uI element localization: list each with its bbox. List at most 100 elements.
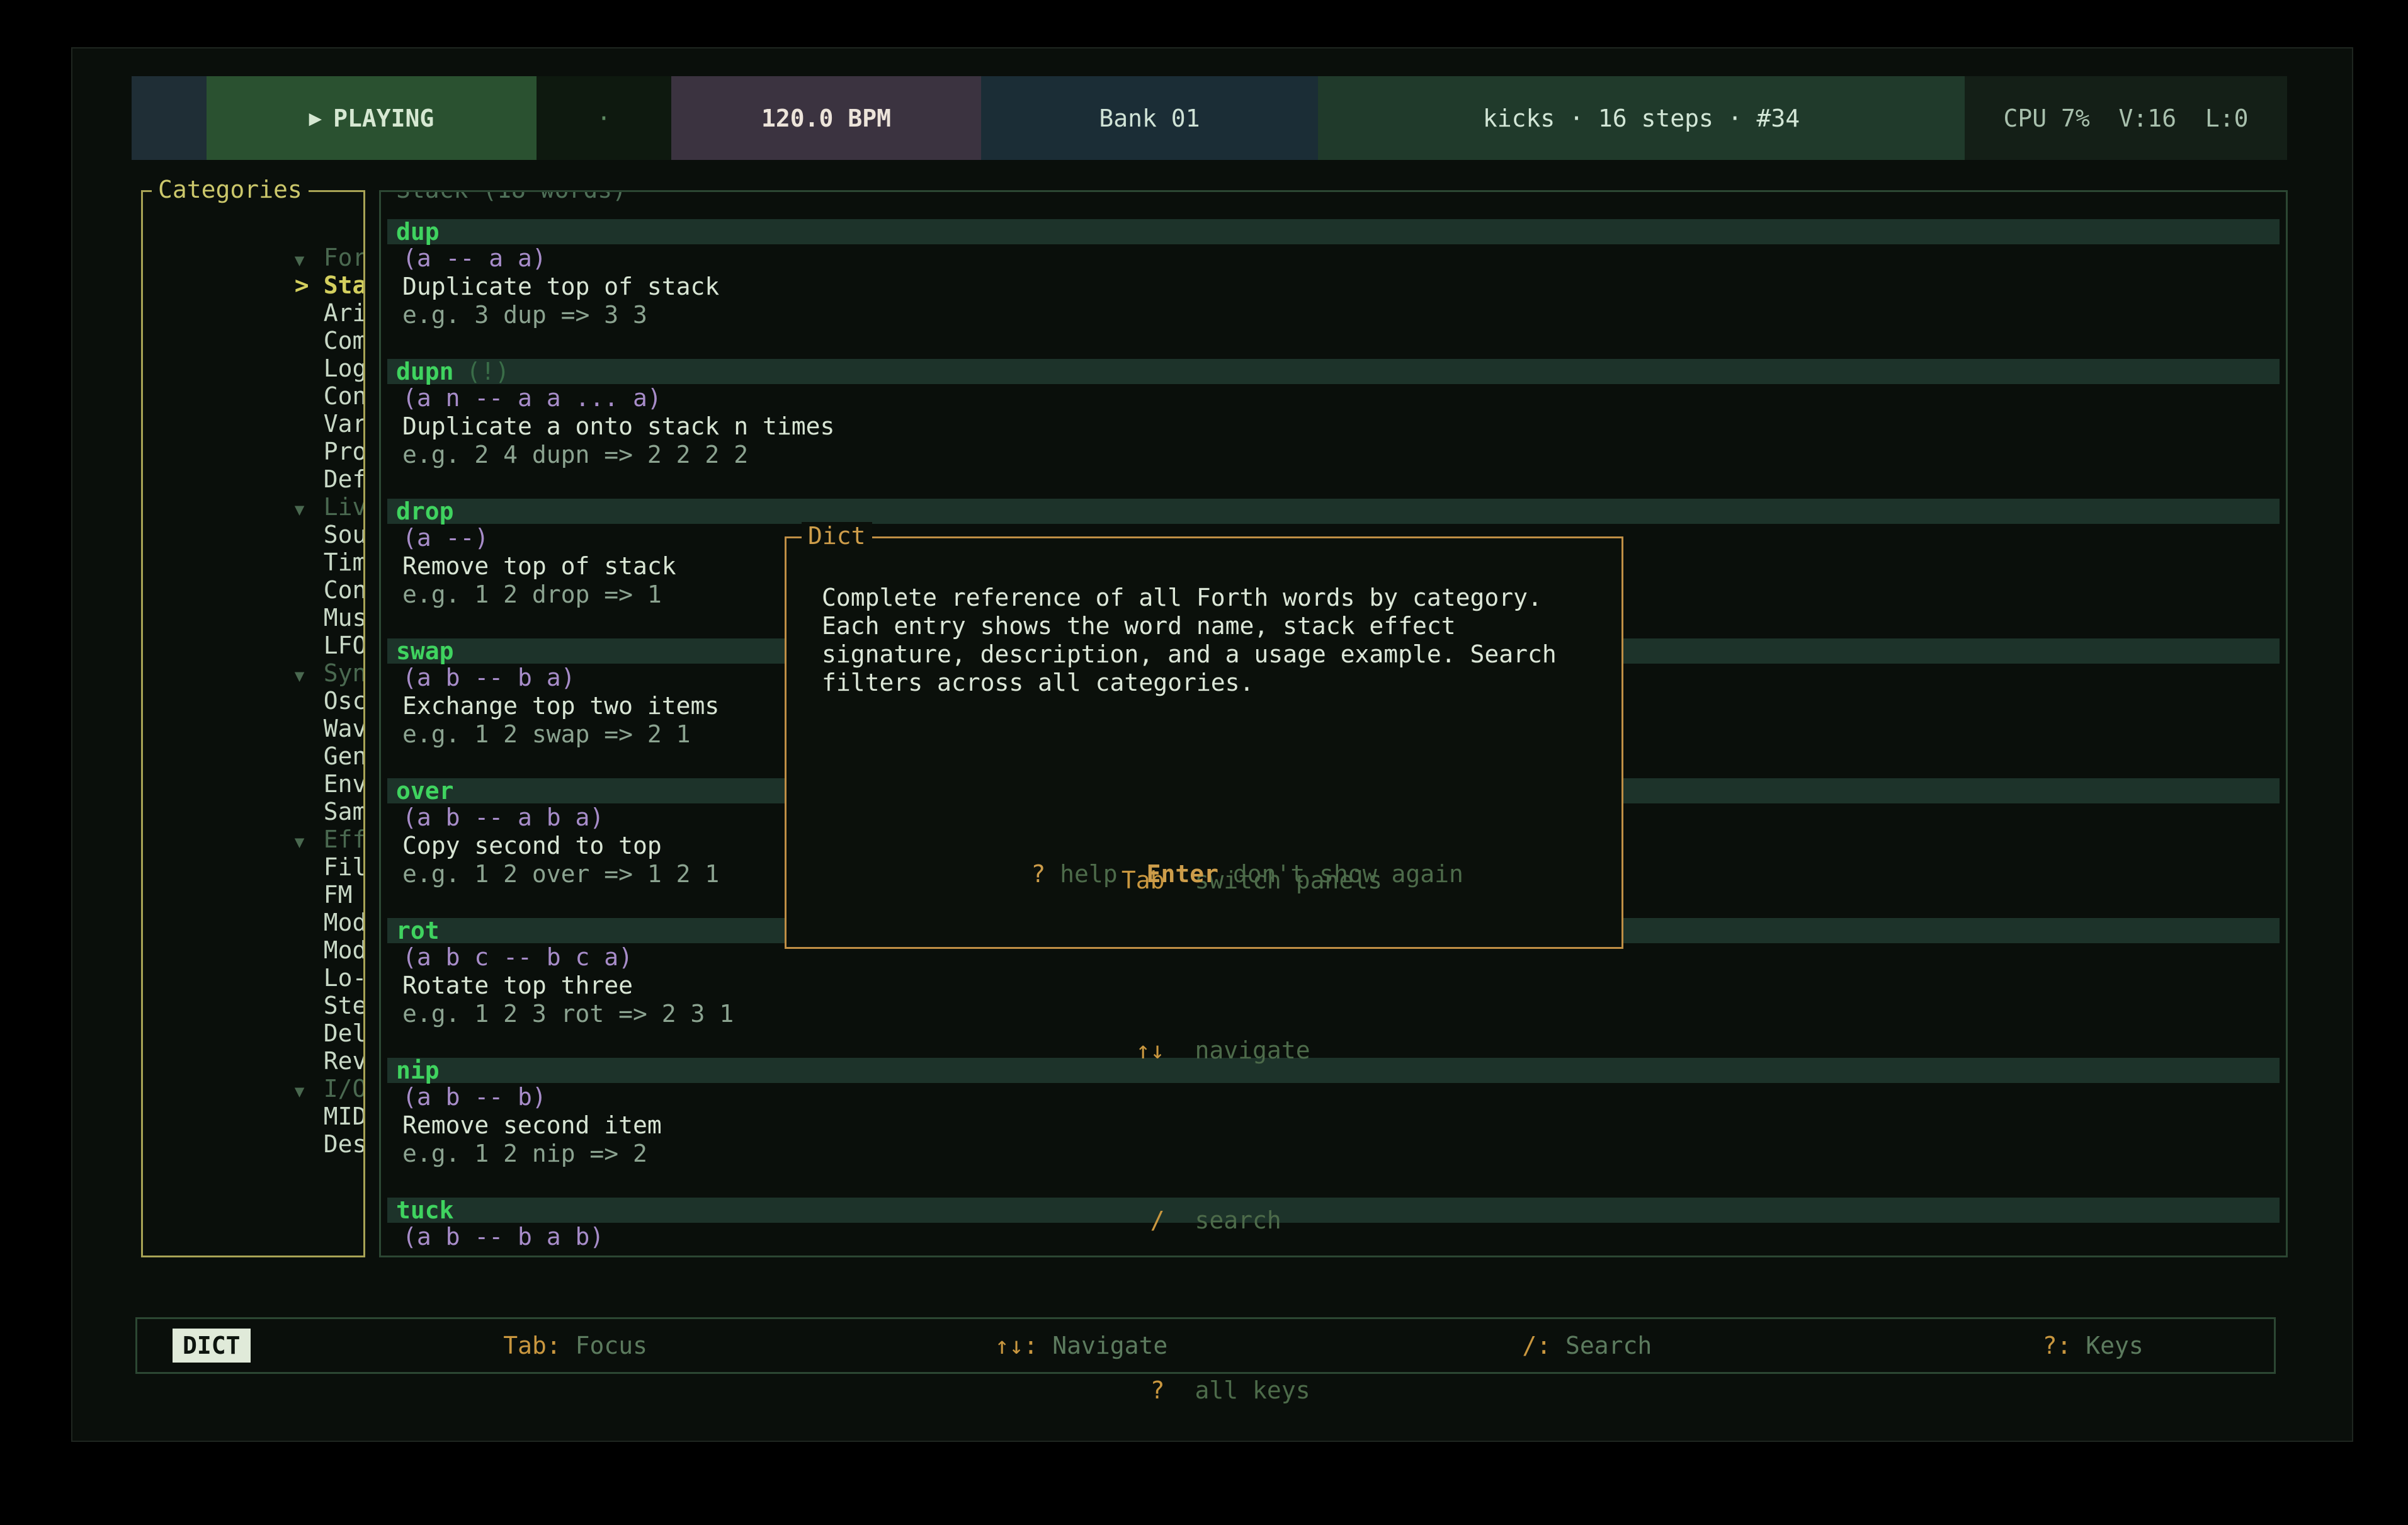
modal-body: Complete reference of all Forth words by… [787,538,1621,1490]
sidebar-item-label: Music [324,604,363,632]
status-hint: ?: Keys [1768,1304,2274,1387]
sidebar-item-label: Arithmetic [324,299,363,327]
modal-body-line: Complete reference of all Forth words by… [822,584,1621,612]
word-name: over [396,777,454,805]
words-panel-title: Stack (18 words) [390,190,633,203]
word-entry-header: dup [387,219,2280,244]
top-bar: ▶ PLAYING · 120.0 BPM Bank 01 kicks · 16… [132,76,2287,160]
sidebar-item-label: MIDI [324,1103,363,1130]
sidebar-item-label: Live Coding [324,493,363,521]
sidebar-item-label: LFO [324,632,363,659]
row-marker-icon: ▼ [287,829,324,856]
status-hint: Tab: Focus [251,1304,756,1387]
sidebar-item-label: Context [324,576,363,604]
sidebar-item-label: Mod FX [324,936,363,964]
shortcut-label: search [1195,1206,1281,1234]
modal-body-line: signature, description, and a usage exam… [822,640,1621,669]
transport-status: ▶ PLAYING [207,76,537,160]
sidebar-item-label: Lo-fi [324,964,363,992]
sidebar-item-label: Stereo [324,992,363,1019]
sidebar-item-label: Logic [324,354,363,382]
row-marker-icon: ▼ [287,247,324,275]
status-hint-label: Focus [561,1332,647,1359]
word-entry-header: dupn (!) [387,359,2280,384]
sidebar-item-label: Sound [324,521,363,548]
sidebar-item-label: Oscillator [324,687,363,715]
word-entry[interactable]: dupn (!) (a n -- a a ... a) Duplicate a o… [387,359,2280,499]
shortcut-key: / [995,1206,1165,1235]
play-icon: ▶ [309,106,322,131]
word-name: swap [396,637,454,665]
word-description: Duplicate top of stack [387,273,2280,301]
help-key: ? [1031,860,1045,888]
shortcut-row: / search [822,1178,1621,1263]
pulse-dot-icon: · [597,105,611,132]
beat-pulse: · [537,76,671,160]
system-stats: CPU 7% V:16 L:0 [1965,76,2287,160]
transport-label: PLAYING [333,105,434,132]
pattern-info: kicks · 16 steps · #34 [1318,76,1965,160]
row-marker-icon: ▼ [287,496,324,524]
sidebar-item[interactable]: ▼Forth [143,216,363,244]
enter-key: Enter [1147,860,1218,888]
dict-help-modal: Dict Complete reference of all Forth wor… [785,536,1623,949]
word-name: dupn [396,358,454,385]
sidebar-item-label: Time [324,548,363,576]
status-hint-key: ?: [2043,1332,2072,1359]
transport-spacer [132,76,207,160]
sidebar-item-label: Generator [324,742,363,770]
modal-footer: ? help Enter don't show again [787,832,1621,916]
dismiss-label: don't show again [1218,860,1463,888]
sidebar-item-label: Forth [324,244,363,271]
app-window: ▶ PLAYING · 120.0 BPM Bank 01 kicks · 16… [71,47,2353,1442]
categories-list: ▼Forth >Stack Arithmetic Comparison Logi… [143,192,363,1255]
word-name: dup [396,218,440,246]
modal-body-line: Each entry shows the word name, stack ef… [822,612,1621,640]
row-marker-icon: > [287,271,324,299]
word-description: Duplicate a onto stack n times [387,412,2280,441]
status-hint-key: Tab: [503,1332,561,1359]
sidebar-item-label: Comparison [324,327,363,354]
word-name: nip [396,1057,440,1084]
status-hint-label: Keys [2071,1332,2143,1359]
word-name: drop [396,497,454,525]
sidebar-item-label: Desktop [324,1130,363,1158]
modal-title: Dict [802,522,872,550]
word-flag: (!) [467,358,510,385]
word-name: rot [396,917,440,944]
help-label: help [1045,860,1117,888]
bank-display: Bank 01 [981,76,1318,160]
categories-title: Categories [152,176,309,203]
shortcut-label: navigate [1195,1036,1310,1064]
shortcut-row: ↑↓ navigate [822,1008,1621,1093]
sidebar-item-label: Wavetable [324,715,363,742]
shortcut-key: ? [995,1376,1165,1405]
shortcut-key: ↑↓ [995,1036,1165,1065]
sidebar-item-label: Envelope [324,770,363,798]
modal-body-line: filters across all categories. [822,669,1621,697]
sidebar-item-label: FM [324,881,353,909]
sidebar-item-label: Stack [324,271,363,299]
word-entry[interactable]: dup (a -- a a) Duplicate top of stack e.… [387,219,2280,359]
sidebar-item-label: Probability [324,438,363,465]
sidebar-item-label: Sample [324,798,363,825]
shortcut-label: all keys [1195,1376,1310,1404]
word-example: e.g. 3 dup => 3 3 [387,301,2280,329]
sidebar-item-label: Definitions [324,465,363,493]
sidebar-item-label: Variables [324,410,363,438]
sidebar-item-label: Modulation [324,909,363,936]
mode-badge: DICT [173,1329,251,1363]
sidebar-item-label: Synthesis [324,659,363,687]
shortcut-row: ? all keys [822,1348,1621,1433]
categories-panel: Categories ▼Forth >Stack Arithmetic Comp… [141,190,365,1257]
word-example: e.g. 2 4 dupn => 2 2 2 2 [387,441,2280,469]
bpm-display: 120.0 BPM [671,76,981,160]
row-marker-icon: ▼ [287,662,324,690]
sidebar-item-label: Filter [324,853,363,881]
word-signature: (a n -- a a ... a) [387,384,2280,412]
sidebar-item-label: Effects [324,825,363,853]
sidebar-item-label: Delay [324,1019,363,1047]
word-name: tuck [396,1196,454,1224]
sidebar-item-label: Control [324,382,363,410]
sidebar-item-label: I/O [324,1075,363,1103]
